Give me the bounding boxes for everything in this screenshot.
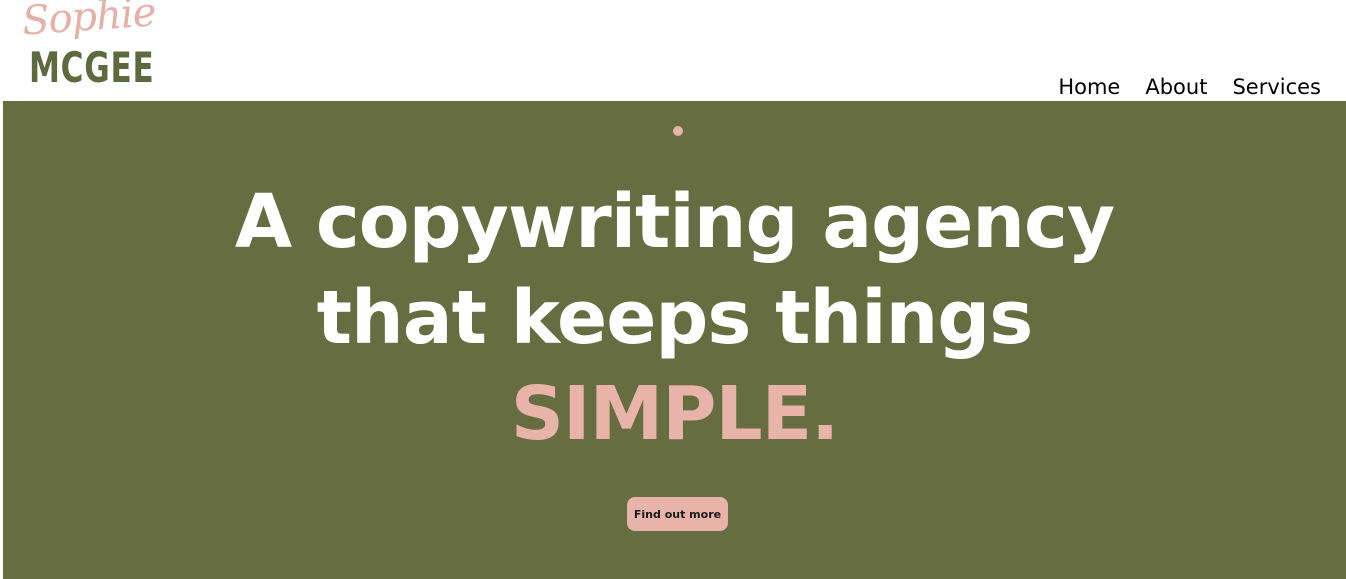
page: Sophie MCGEE Home About Services A copyw…	[0, 0, 1346, 579]
nav-item-about[interactable]: About	[1145, 73, 1207, 103]
logo-wordmark: MCGEE	[29, 43, 155, 92]
main-nav: Home About Services	[1058, 73, 1321, 103]
find-out-more-button[interactable]: Find out more	[627, 497, 728, 531]
logo[interactable]: Sophie MCGEE	[20, 0, 165, 96]
hero-section: A copywriting agency that keeps things S…	[3, 101, 1346, 579]
logo-script-text: Sophie	[20, 0, 157, 45]
headline-line-1: A copywriting agency	[234, 179, 1115, 265]
headline-accent: SIMPLE.	[510, 371, 840, 457]
nav-item-home[interactable]: Home	[1058, 73, 1121, 103]
site-header: Sophie MCGEE Home About Services	[0, 0, 1346, 103]
slider-dot[interactable]	[673, 126, 683, 136]
hero-headline: A copywriting agency that keeps things S…	[3, 174, 1346, 462]
nav-item-services[interactable]: Services	[1232, 73, 1321, 103]
headline-line-2: that keeps things	[316, 275, 1034, 361]
